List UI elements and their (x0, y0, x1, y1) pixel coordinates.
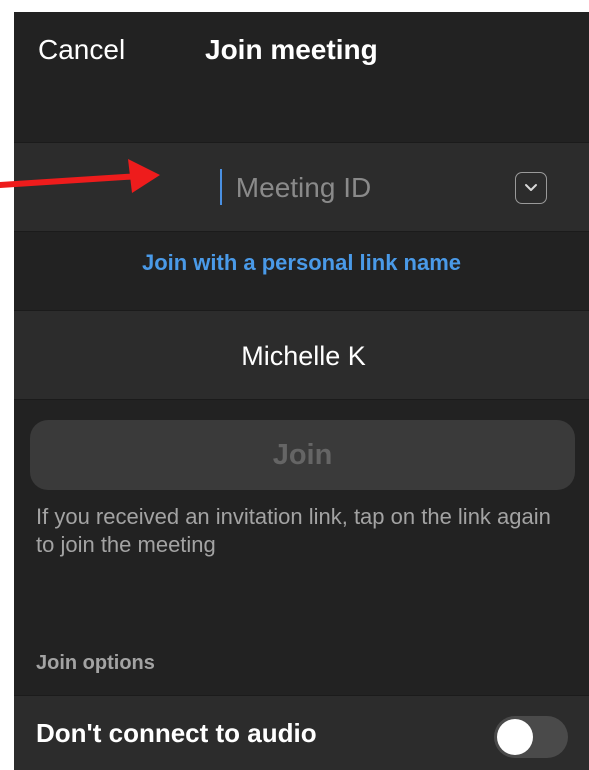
personal-link-name-button[interactable]: Join with a personal link name (14, 250, 589, 276)
join-meeting-screen: Cancel Join meeting Join with a personal… (14, 12, 589, 770)
toggle-knob (497, 719, 533, 755)
page-title: Join meeting (205, 34, 378, 65)
join-button[interactable]: Join (30, 420, 575, 490)
meeting-history-dropdown-button[interactable] (515, 172, 547, 204)
invitation-hint-text: If you received an invitation link, tap … (36, 504, 551, 557)
chevron-down-icon (525, 184, 537, 191)
join-options-header: Join options (36, 652, 155, 674)
cancel-button[interactable]: Cancel (38, 34, 125, 66)
text-cursor (220, 169, 222, 205)
dont-connect-audio-label: Don't connect to audio (36, 718, 317, 748)
navigation-bar: Cancel Join meeting (14, 12, 589, 142)
display-name-row (14, 310, 589, 401)
dont-connect-audio-toggle[interactable] (494, 716, 568, 758)
display-name-field[interactable] (14, 311, 589, 401)
dont-connect-audio-row: Don't connect to audio (14, 695, 589, 770)
annotation-arrow-icon (0, 159, 160, 193)
